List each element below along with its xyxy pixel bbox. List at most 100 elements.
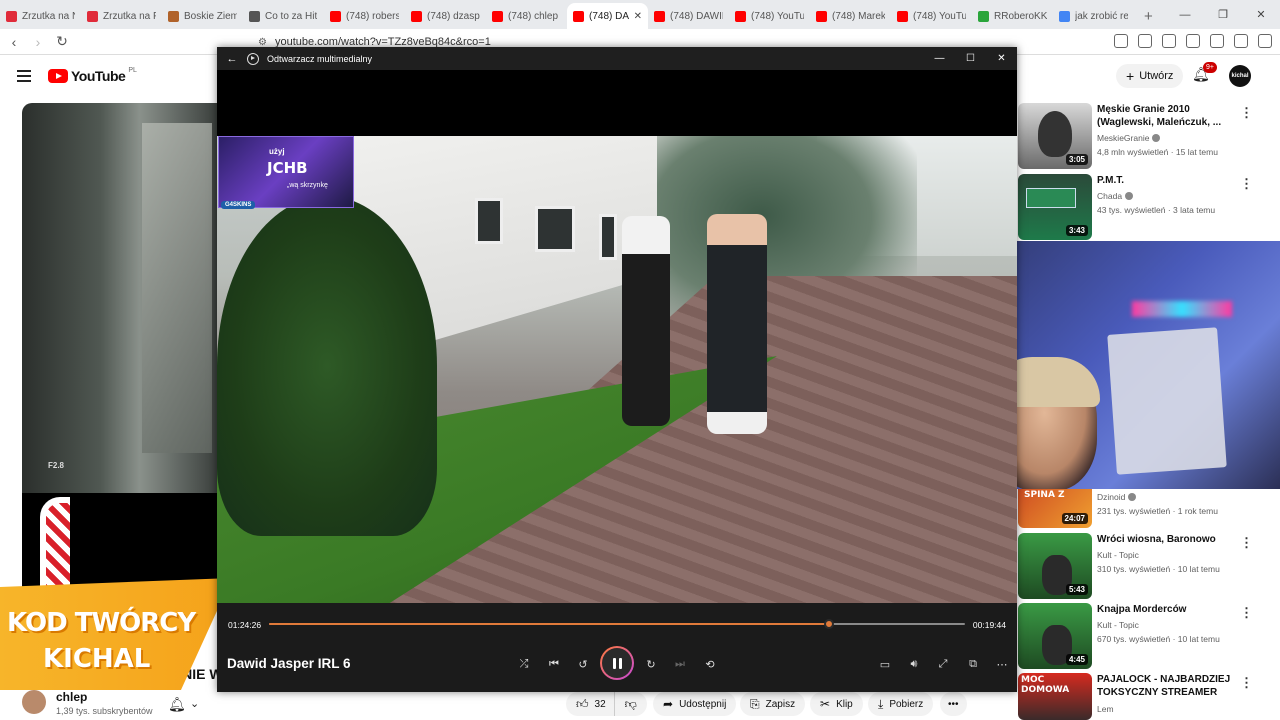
tab-favicon-icon [573,10,584,22]
recommendation-title[interactable]: P.M.T. [1097,174,1247,187]
close-button[interactable]: ✕ [986,47,1017,70]
more-vertical-icon[interactable]: ⋮ [1240,535,1253,551]
download-button[interactable]: ⤓ Pobierz [868,692,934,716]
recommendation-title[interactable]: Knajpa Morderców [1097,603,1247,616]
reload-icon[interactable]: ↻ [52,32,72,52]
browser-tab[interactable]: (748) robersi [324,3,405,29]
tab-label: jak zrobić rel [1075,10,1128,22]
channel-name[interactable]: chlep [56,690,87,704]
recommendation-item[interactable]: 3:43 P.M.T. Chada 43 tys. wyświetleń · 3… [1018,174,1280,240]
hamburger-menu-icon[interactable] [17,70,31,82]
close-tab-icon[interactable]: ✕ [634,11,642,22]
forward-30-icon[interactable]: ↻ [641,655,661,673]
recommendation-title[interactable]: PAJALOCK - NAJBARDZIEJ TOKSYCZNY STREAME… [1097,673,1247,699]
youtube-logo[interactable]: YouTube PL [48,67,137,84]
recommendation-thumbnail[interactable]: 4:45 [1018,603,1092,669]
browser-tab[interactable]: Zrzutka na N [0,3,81,29]
browser-tab[interactable]: (748) Marek [810,3,891,29]
maximize-button[interactable]: ☐ [955,47,986,70]
recommendation-channel[interactable]: Kult - Topic [1097,550,1139,560]
save-label: Zapisz [765,698,796,710]
previous-icon[interactable]: ⏮︎ [544,655,564,673]
translate-icon[interactable] [1114,34,1128,48]
back-arrow-icon[interactable]: ← [217,53,247,65]
extension-icon[interactable] [1138,34,1152,48]
share-button[interactable]: ➦ Udostępnij [653,692,737,716]
browser-tab[interactable]: Zrzutka na P [81,3,162,29]
plus-icon: + [1126,68,1135,84]
minimize-button[interactable]: — [1166,0,1204,29]
pause-button[interactable] [600,646,634,680]
minimize-button[interactable]: — [924,47,955,70]
browser-tab[interactable]: (748) DAWID [648,3,729,29]
more-options-icon[interactable]: ⋯ [992,655,1012,673]
browser-tab[interactable]: (748) YouTub [729,3,810,29]
subscription-bell-icon[interactable]: 🔔︎ [168,696,186,713]
recommendation-item[interactable]: 4:45 Knajpa Morderców Kult - Topic 670 t… [1018,603,1280,669]
current-time: 01:24:26 [228,620,262,630]
more-vertical-icon[interactable]: ⋮ [1240,675,1253,691]
save-button[interactable]: ⎘ Zapisz [740,692,806,716]
recommendation-thumbnail[interactable]: 5:43 [1018,533,1092,599]
sponsor-brand: G4SKINS [221,201,256,209]
menu-icon[interactable] [1258,34,1272,48]
recommendation-title[interactable]: Męskie Granie 2010 (Waglewski, Maleńczuk… [1097,103,1247,129]
media-player-app-icon [247,52,259,65]
fullscreen-icon[interactable]: ⤢ [933,655,953,673]
browser-tab[interactable]: Boskie Ziemi [162,3,243,29]
browser-tab[interactable]: jak zrobić rel [1053,3,1134,29]
channel-avatar[interactable] [22,690,46,714]
repeat-off-icon[interactable]: ⟲ [700,655,720,673]
recommendation-channel[interactable]: Lem [1097,704,1114,714]
account-avatar[interactable]: kichal [1229,65,1251,87]
create-button[interactable]: + Utwórz [1116,64,1184,88]
more-vertical-icon[interactable]: ⋮ [1240,605,1253,621]
recommendation-channel[interactable]: Chada [1097,191,1134,201]
recommendation-channel[interactable]: Dzinoid [1097,492,1137,502]
new-tab-button[interactable]: + [1134,3,1163,29]
more-actions-button[interactable]: ••• [940,692,967,716]
recommendation-item[interactable]: 5:43 Wróci wiosna, Baronowo Kult - Topic… [1018,533,1280,599]
recommendation-title[interactable]: Wróci wiosna, Baronowo [1097,533,1247,546]
wallet-icon[interactable] [1210,34,1224,48]
chevron-down-icon[interactable]: ⌄ [190,697,199,710]
shield-icon[interactable] [1234,34,1248,48]
miniplayer-icon[interactable]: ⧉ [963,655,983,673]
recommendation-channel[interactable]: Kult - Topic [1097,620,1139,630]
dislike-button[interactable]: 👎︎ [613,692,647,716]
close-window-button[interactable]: ✕ [1242,0,1280,29]
subtitles-icon[interactable]: ▭ [875,655,895,673]
rewind-10-icon[interactable]: ↺ [573,655,593,673]
browser-tab[interactable]: (748) chlep [486,3,567,29]
recommendation-item[interactable]: MOC DOMOWA PAJALOCK - NAJBARDZIEJ TOKSYC… [1018,673,1280,720]
more-vertical-icon[interactable]: ⋮ [1240,176,1253,192]
recommendation-item[interactable]: 3:05 Męskie Granie 2010 (Waglewski, Male… [1018,103,1280,169]
shuffle-icon[interactable]: ⤮ [514,655,534,673]
sidebar-icon[interactable] [1186,34,1200,48]
back-arrow-icon[interactable]: ‹ [4,32,24,52]
recommendation-thumbnail[interactable]: 3:05 [1018,103,1092,169]
recommendation-thumbnail[interactable]: MOC DOMOWA [1018,673,1092,720]
more-vertical-icon[interactable]: ⋮ [1240,105,1253,121]
like-button[interactable]: 👍︎ 32 [566,692,614,716]
forward-arrow-icon[interactable]: › [28,32,48,52]
site-settings-icon[interactable]: ⚙ [258,37,267,48]
recommendation-channel[interactable]: MeskieGranie [1097,133,1161,143]
seek-handle[interactable] [824,619,835,629]
next-icon[interactable]: ⏭︎ [670,655,690,673]
recommendation-thumbnail[interactable]: 3:43 [1018,174,1092,240]
seek-bar[interactable] [269,619,965,629]
media-icon[interactable] [1162,34,1176,48]
browser-tab[interactable]: RRoberoKKT [972,3,1053,29]
browser-tab[interactable]: (748) dzaspe [405,3,486,29]
browser-tab[interactable]: (748) DA ✕ [567,3,648,29]
maximize-button[interactable]: ❐ [1204,0,1242,29]
tab-favicon-icon [816,10,827,22]
more-horizontal-icon: ••• [948,698,959,710]
volume-icon[interactable]: 🔊︎ [904,655,924,673]
rgb-led-strip [1132,301,1232,317]
browser-tab[interactable]: (748) YouTub [891,3,972,29]
browser-tab[interactable]: Co to za Hit [243,3,324,29]
clip-button[interactable]: ✂ Klip [810,692,863,716]
video-frame[interactable]: użyj JCHB „wą skrzynkę G4SKINS [217,136,1017,603]
